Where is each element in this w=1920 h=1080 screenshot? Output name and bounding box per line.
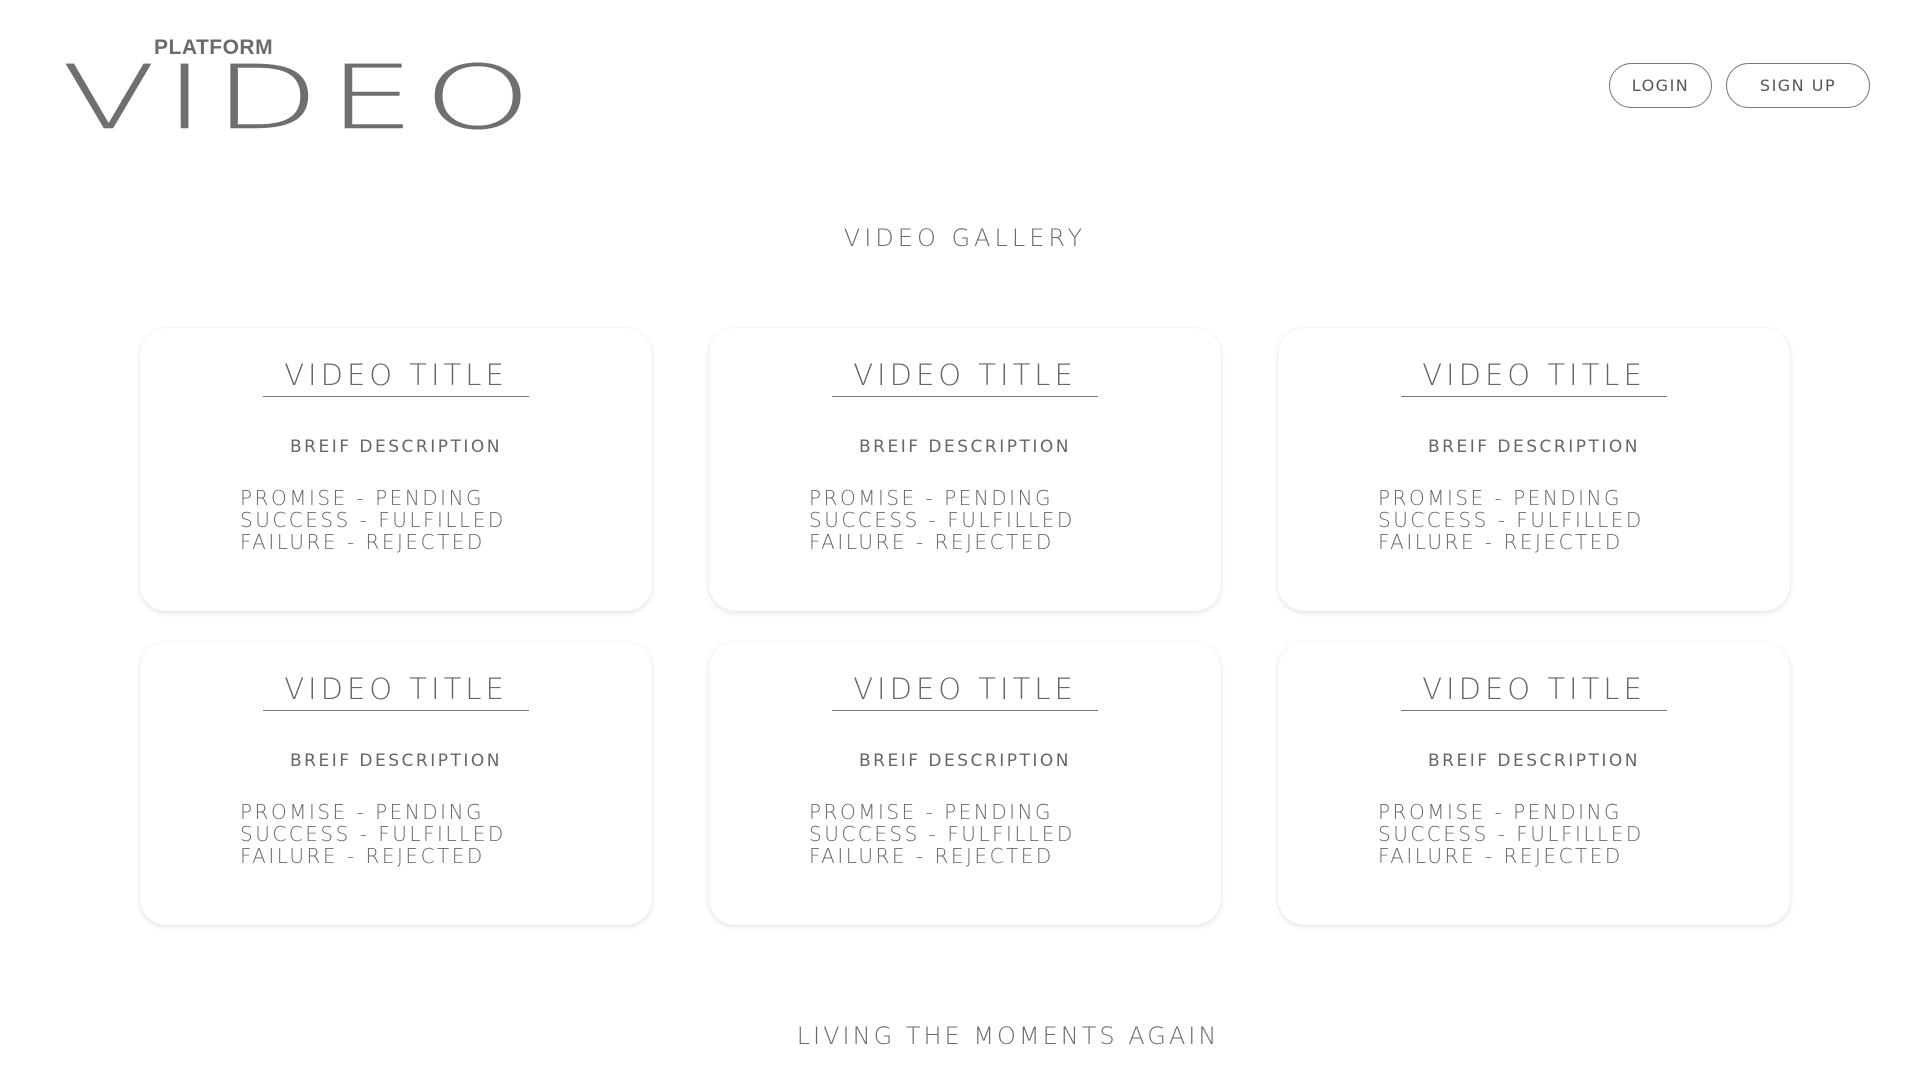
video-status-list: PROMISE - PENDING SUCCESS - FULFILLED FA… bbox=[1378, 801, 1690, 867]
video-title[interactable]: VIDEO TITLE bbox=[263, 672, 529, 711]
video-card[interactable]: VIDEO TITLE BREIF DESCRIPTION PROMISE - … bbox=[1278, 328, 1790, 611]
status-line: FAILURE - REJECTED bbox=[1378, 530, 1623, 554]
video-card[interactable]: VIDEO TITLE BREIF DESCRIPTION PROMISE - … bbox=[709, 328, 1221, 611]
video-title[interactable]: VIDEO TITLE bbox=[832, 358, 1098, 397]
status-line: SUCCESS - FULFILLED bbox=[240, 508, 506, 532]
video-description: BREIF DESCRIPTION bbox=[1428, 437, 1640, 457]
status-line: FAILURE - REJECTED bbox=[809, 844, 1054, 868]
status-line: PROMISE - PENDING bbox=[240, 486, 485, 510]
video-status-list: PROMISE - PENDING SUCCESS - FULFILLED FA… bbox=[1378, 487, 1690, 553]
status-line: SUCCESS - FULFILLED bbox=[1378, 508, 1644, 532]
video-status-list: PROMISE - PENDING SUCCESS - FULFILLED FA… bbox=[240, 801, 552, 867]
sign-up-button[interactable]: SIGN UP bbox=[1726, 63, 1870, 108]
video-card[interactable]: VIDEO TITLE BREIF DESCRIPTION PROMISE - … bbox=[140, 642, 652, 925]
video-card[interactable]: VIDEO TITLE BREIF DESCRIPTION PROMISE - … bbox=[140, 328, 652, 611]
video-status-list: PROMISE - PENDING SUCCESS - FULFILLED FA… bbox=[809, 801, 1121, 867]
status-line: FAILURE - REJECTED bbox=[240, 530, 485, 554]
video-status-list: PROMISE - PENDING SUCCESS - FULFILLED FA… bbox=[240, 487, 552, 553]
video-status-list: PROMISE - PENDING SUCCESS - FULFILLED FA… bbox=[809, 487, 1121, 553]
video-description: BREIF DESCRIPTION bbox=[1428, 751, 1640, 771]
status-line: SUCCESS - FULFILLED bbox=[809, 508, 1075, 532]
video-description: BREIF DESCRIPTION bbox=[859, 437, 1071, 457]
video-description: BREIF DESCRIPTION bbox=[290, 437, 502, 457]
status-line: SUCCESS - FULFILLED bbox=[1378, 822, 1644, 846]
status-line: PROMISE - PENDING bbox=[1378, 486, 1623, 510]
login-button[interactable]: LOGIN bbox=[1609, 63, 1712, 108]
status-line: SUCCESS - FULFILLED bbox=[809, 822, 1075, 846]
status-line: PROMISE - PENDING bbox=[809, 800, 1054, 824]
video-title[interactable]: VIDEO TITLE bbox=[1401, 672, 1667, 711]
logo[interactable]: PLATFORM VIDEO bbox=[62, 36, 532, 142]
video-card[interactable]: VIDEO TITLE BREIF DESCRIPTION PROMISE - … bbox=[709, 642, 1221, 925]
footer-tagline: LIVING THE MOMENTS AGAIN bbox=[796, 1022, 1220, 1050]
video-title[interactable]: VIDEO TITLE bbox=[1401, 358, 1667, 397]
status-line: FAILURE - REJECTED bbox=[1378, 844, 1623, 868]
page: PLATFORM VIDEO LOGIN SIGN UP VIDEO GALLE… bbox=[0, 0, 1920, 1080]
video-description: BREIF DESCRIPTION bbox=[859, 751, 1071, 771]
status-line: PROMISE - PENDING bbox=[1378, 800, 1623, 824]
video-title[interactable]: VIDEO TITLE bbox=[832, 672, 1098, 711]
gallery-title: VIDEO GALLERY bbox=[843, 224, 1087, 252]
status-line: PROMISE - PENDING bbox=[809, 486, 1054, 510]
status-line: PROMISE - PENDING bbox=[240, 800, 485, 824]
status-line: FAILURE - REJECTED bbox=[240, 844, 485, 868]
video-title[interactable]: VIDEO TITLE bbox=[263, 358, 529, 397]
logo-title: VIDEO bbox=[62, 46, 541, 149]
auth-buttons: LOGIN SIGN UP bbox=[1609, 63, 1870, 108]
video-card[interactable]: VIDEO TITLE BREIF DESCRIPTION PROMISE - … bbox=[1278, 642, 1790, 925]
video-grid: VIDEO TITLE BREIF DESCRIPTION PROMISE - … bbox=[140, 328, 1790, 925]
video-description: BREIF DESCRIPTION bbox=[290, 751, 502, 771]
status-line: SUCCESS - FULFILLED bbox=[240, 822, 506, 846]
status-line: FAILURE - REJECTED bbox=[809, 530, 1054, 554]
